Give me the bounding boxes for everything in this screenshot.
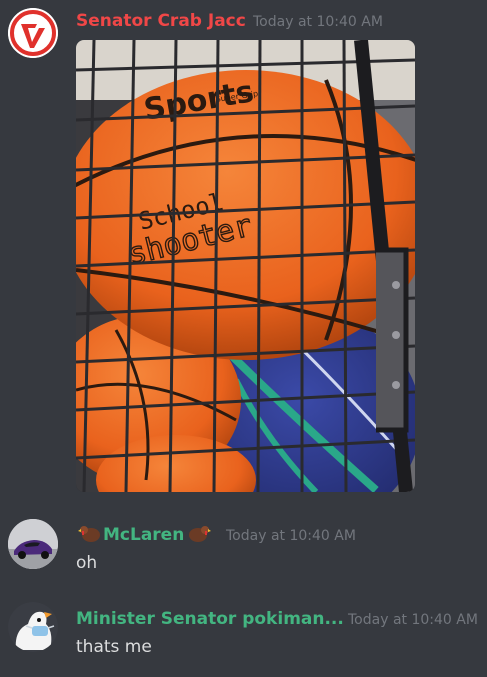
avatar[interactable] [8,8,58,58]
avatar[interactable] [8,519,58,569]
message-1: Senator Crab Jacc Today at 10:40 AM Spor… [0,0,487,500]
author-name[interactable]: McLaren [103,525,184,545]
purple-car-avatar [8,519,58,569]
turkey-icon [187,523,211,543]
turkey-icon [78,523,102,543]
avatar[interactable] [8,602,58,652]
author-name[interactable]: Minister Senator pokiman... [76,609,344,629]
goose-mask-avatar [8,602,58,652]
timestamp: Today at 10:40 AM [348,612,478,628]
timestamp: Today at 10:40 AM [253,14,383,30]
red-circle-logo-icon [8,8,58,58]
message-text: oh [76,553,98,573]
timestamp: Today at 10:40 AM [226,528,356,544]
message-3: Minister Senator pokiman... Today at 10:… [0,590,487,677]
message-2: McLaren Today at 10:40 AM oh [0,505,487,585]
message-text: thats me [76,637,152,657]
author-name[interactable]: Senator Crab Jacc [76,11,246,31]
basketball-photo: Sports Super Grip School shooter [76,40,415,492]
image-attachment[interactable]: Sports Super Grip School shooter [76,40,415,492]
